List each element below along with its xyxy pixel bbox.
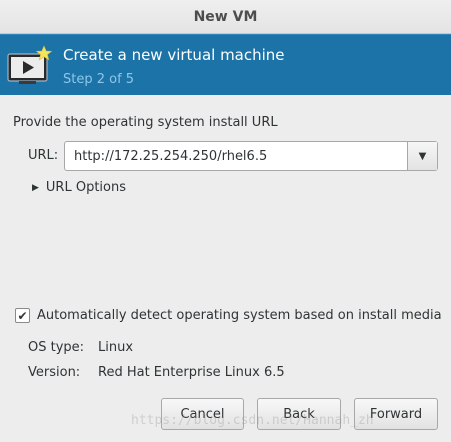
version-value: Red Hat Enterprise Linux 6.5 <box>98 365 285 380</box>
wizard-title: Create a new virtual machine <box>63 46 285 64</box>
url-options-label: URL Options <box>45 180 127 195</box>
wizard-step-indicator: Step 2 of 5 <box>63 72 135 87</box>
cancel-button[interactable]: Cancel <box>161 398 244 430</box>
url-options-expander[interactable]: ▶ URL Options <box>32 180 126 195</box>
auto-detect-label: Automatically detect operating system ba… <box>37 308 442 323</box>
chevron-down-icon: ▼ <box>418 150 427 162</box>
expander-arrow-icon: ▶ <box>32 182 39 193</box>
url-combobox[interactable]: http://172.25.254.250/rhel6.5 ▼ <box>64 141 438 171</box>
auto-detect-checkbox[interactable]: ✔ <box>15 308 30 323</box>
version-label: Version: <box>28 365 81 380</box>
install-url-prompt: Provide the operating system install URL <box>13 115 278 130</box>
wizard-content: Provide the operating system install URL… <box>0 95 451 442</box>
os-type-value: Linux <box>98 340 134 355</box>
window-titlebar: New VM <box>0 0 451 34</box>
forward-button[interactable]: Forward <box>354 398 438 430</box>
back-button[interactable]: Back <box>257 398 341 430</box>
url-dropdown-button[interactable]: ▼ <box>407 142 437 170</box>
os-type-label: OS type: <box>28 340 85 355</box>
checkmark-icon: ✔ <box>17 308 28 323</box>
url-label: URL: <box>28 148 59 163</box>
window-title: New VM <box>193 8 258 25</box>
auto-detect-checkbox-row[interactable]: ✔ Automatically detect operating system … <box>15 308 442 323</box>
url-input[interactable]: http://172.25.254.250/rhel6.5 <box>65 149 407 164</box>
virtual-machine-new-icon <box>7 45 53 84</box>
wizard-header: Create a new virtual machine Step 2 of 5 <box>0 34 451 95</box>
